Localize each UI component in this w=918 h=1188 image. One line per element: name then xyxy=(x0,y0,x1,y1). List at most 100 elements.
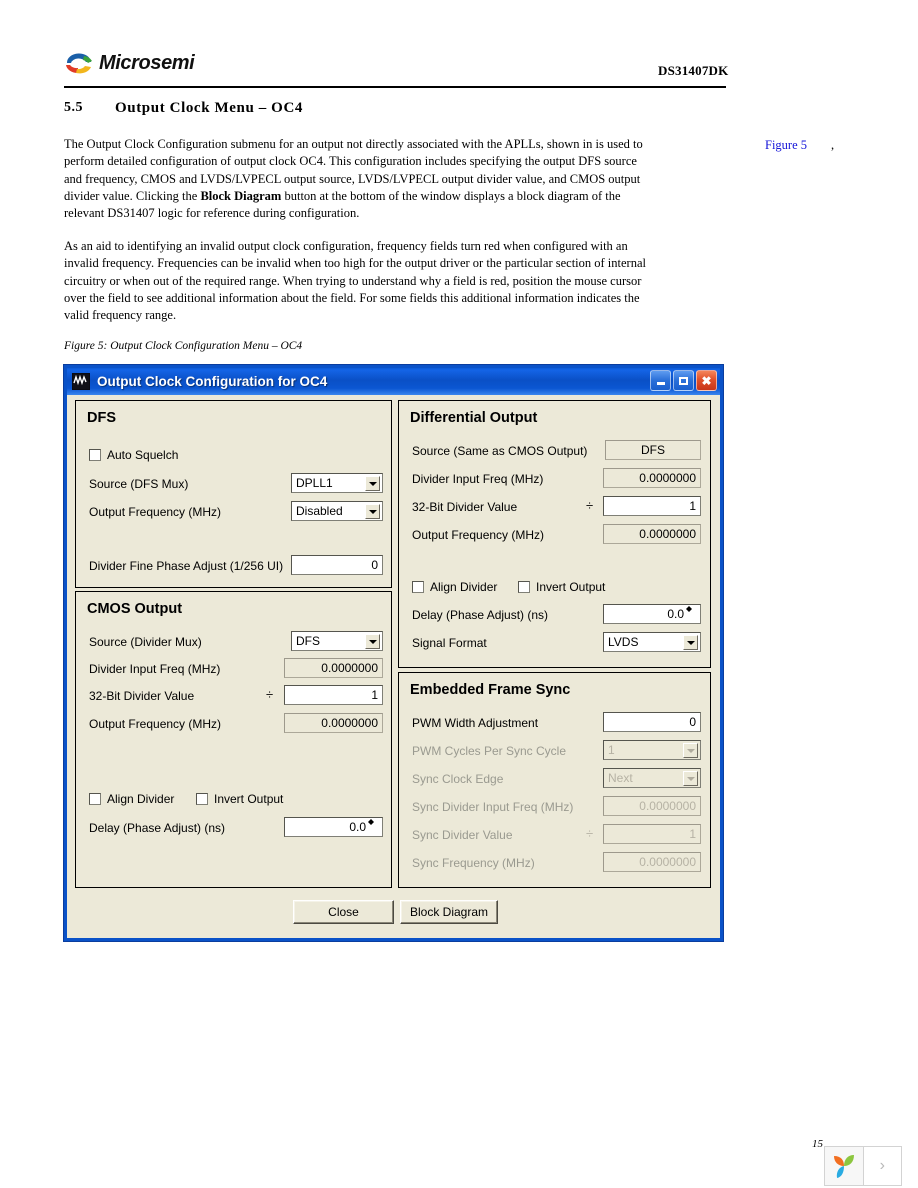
differential-divider-value-input[interactable]: 1 xyxy=(603,496,701,516)
cmos-delay-spinner[interactable]: 0.0 xyxy=(284,817,383,837)
dfs-fine-phase-input[interactable]: 0 xyxy=(291,555,383,575)
differential-align-divider-label: Align Divider xyxy=(430,580,498,594)
differential-divide-symbol: ÷ xyxy=(586,498,594,513)
window-titlebar[interactable]: Output Clock Configuration for OC4 ✖ xyxy=(67,368,720,395)
page-header: Microsemi xyxy=(64,50,726,88)
output-clock-configuration-window: Output Clock Configuration for OC4 ✖ DFS… xyxy=(63,364,724,942)
close-icon[interactable]: ✖ xyxy=(696,370,717,391)
cmos-output-frequency-value: 0.0000000 xyxy=(284,713,383,733)
spinner-down-icon[interactable] xyxy=(368,822,381,825)
document-page: Microsemi DS31407DK 5.5 Output Clock Men… xyxy=(0,0,918,1188)
differential-output-frequency-text: 0.0000000 xyxy=(639,527,696,541)
embedded-frame-sync-group-title: Embedded Frame Sync xyxy=(410,682,571,698)
sync-divider-value-text: 1 xyxy=(689,827,696,841)
cmos-source-select[interactable]: DFS xyxy=(291,631,383,651)
paragraph-2: As an aid to identifying an invalid outp… xyxy=(64,239,646,323)
dfs-group-title: DFS xyxy=(87,410,116,426)
chevron-down-icon[interactable] xyxy=(683,635,698,650)
cmos-delay-spin-buttons[interactable] xyxy=(368,819,381,836)
differential-divider-input-freq-text: 0.0000000 xyxy=(639,471,696,485)
cmos-align-divider-checkbox[interactable]: Align Divider xyxy=(89,792,174,806)
differential-invert-output-checkbox[interactable]: Invert Output xyxy=(518,580,605,594)
differential-source-text: DFS xyxy=(641,443,665,457)
differential-output-frequency-value: 0.0000000 xyxy=(603,524,701,544)
cmos-output-frequency-label: Output Frequency (MHz) xyxy=(89,717,222,731)
cmos-divider-input-freq-label: Divider Input Freq (MHz) xyxy=(89,662,221,676)
paragraph-1: The Output Clock Configuration submenu f… xyxy=(64,136,654,222)
differential-signal-format-label: Signal Format xyxy=(412,636,487,650)
chevron-down-icon xyxy=(683,743,698,758)
differential-output-group: Differential Output Source (Same as CMOS… xyxy=(398,400,711,668)
cmos-source-value: DFS xyxy=(296,634,320,648)
block-diagram-emphasis: Block Diagram xyxy=(200,188,282,203)
cmos-invert-output-checkbox-box xyxy=(196,793,208,805)
differential-output-frequency-label: Output Frequency (MHz) xyxy=(412,528,545,542)
cmos-divider-input-freq-text: 0.0000000 xyxy=(321,661,378,675)
cmos-divider-value-text: 1 xyxy=(371,688,378,702)
sync-clock-edge-label: Sync Clock Edge xyxy=(412,772,504,786)
differential-divider-input-freq-value: 0.0000000 xyxy=(603,468,701,488)
pwm-width-adjustment-label: PWM Width Adjustment xyxy=(412,716,539,730)
page-number: 15 xyxy=(812,1138,823,1150)
differential-delay-spinner[interactable]: 0.0 xyxy=(603,604,701,624)
dfs-output-frequency-select[interactable]: Disabled xyxy=(291,501,383,521)
differential-divider-value-text: 1 xyxy=(689,499,696,513)
chevron-down-icon[interactable] xyxy=(365,634,380,649)
spinner-down-icon[interactable] xyxy=(686,609,699,612)
sync-divide-symbol: ÷ xyxy=(586,826,594,841)
differential-divider-input-freq-label: Divider Input Freq (MHz) xyxy=(412,472,544,486)
dfs-fine-phase-value: 0 xyxy=(371,558,378,572)
dfs-source-select[interactable]: DPLL1 xyxy=(291,473,383,493)
chevron-down-icon[interactable] xyxy=(365,476,380,491)
next-arrow-icon[interactable]: › xyxy=(864,1147,902,1185)
differential-signal-format-select[interactable]: LVDS xyxy=(603,632,701,652)
block-diagram-button[interactable]: Block Diagram xyxy=(400,900,498,924)
leaf-logo-icon xyxy=(825,1147,864,1185)
microsemi-logo-icon xyxy=(64,50,94,76)
chevron-down-icon xyxy=(683,771,698,786)
pwm-width-adjustment-input[interactable]: 0 xyxy=(603,712,701,732)
auto-squelch-checkbox-box xyxy=(89,449,101,461)
auto-squelch-checkbox[interactable]: Auto Squelch xyxy=(89,448,178,462)
chevron-down-icon[interactable] xyxy=(365,504,380,519)
pwm-width-adjustment-value: 0 xyxy=(689,715,696,729)
cmos-align-divider-label: Align Divider xyxy=(107,792,175,806)
sync-frequency-value: 0.0000000 xyxy=(603,852,701,872)
paragraph-1-part-a: The Output Clock Configuration submenu f… xyxy=(64,137,593,151)
cmos-divider-value-input[interactable]: 1 xyxy=(284,685,383,705)
figure-5-link[interactable]: Figure 5, xyxy=(765,138,834,153)
page-title: Output Clock Menu – OC4 xyxy=(115,100,303,116)
differential-source-label: Source (Same as CMOS Output) xyxy=(412,444,588,458)
footer-widget[interactable]: › xyxy=(824,1146,902,1186)
sync-divider-input-freq-text: 0.0000000 xyxy=(639,799,696,813)
document-id: DS31407DK xyxy=(658,63,729,78)
cmos-invert-output-checkbox[interactable]: Invert Output xyxy=(196,792,283,806)
embedded-frame-sync-group: Embedded Frame Sync PWM Width Adjustment… xyxy=(398,672,711,888)
cmos-delay-label: Delay (Phase Adjust) (ns) xyxy=(89,821,226,835)
cmos-invert-output-label: Invert Output xyxy=(214,792,284,806)
pwm-cycles-per-sync-cycle-select: 1 xyxy=(603,740,701,760)
maximize-icon[interactable] xyxy=(673,370,694,391)
dfs-source-label: Source (DFS Mux) xyxy=(89,477,189,491)
cmos-output-group-title: CMOS Output xyxy=(87,601,183,617)
figure-5-link-label: Figure 5 xyxy=(765,138,808,152)
sync-frequency-text: 0.0000000 xyxy=(639,855,696,869)
differential-align-divider-checkbox-box xyxy=(412,581,424,593)
window-title: Output Clock Configuration for OC4 xyxy=(97,374,328,389)
differential-align-divider-checkbox[interactable]: Align Divider xyxy=(412,580,497,594)
differential-delay-value: 0.0 xyxy=(667,607,684,621)
differential-delay-spin-buttons[interactable] xyxy=(686,606,699,623)
sync-divider-value-label: Sync Divider Value xyxy=(412,828,513,842)
window-controls: ✖ xyxy=(650,370,717,391)
figure-caption: Figure 5: Output Clock Configuration Men… xyxy=(64,340,303,352)
microsemi-logo-text: Microsemi xyxy=(99,51,195,74)
cmos-delay-value: 0.0 xyxy=(349,820,366,834)
section-number: 5.5 xyxy=(64,100,83,115)
differential-source-value: DFS xyxy=(605,440,701,460)
differential-delay-label: Delay (Phase Adjust) (ns) xyxy=(412,608,549,622)
dfs-source-value: DPLL1 xyxy=(296,476,333,490)
cmos-align-divider-checkbox-box xyxy=(89,793,101,805)
differential-divider-value-label: 32-Bit Divider Value xyxy=(412,500,518,514)
minimize-icon[interactable] xyxy=(650,370,671,391)
close-button[interactable]: Close xyxy=(293,900,394,924)
